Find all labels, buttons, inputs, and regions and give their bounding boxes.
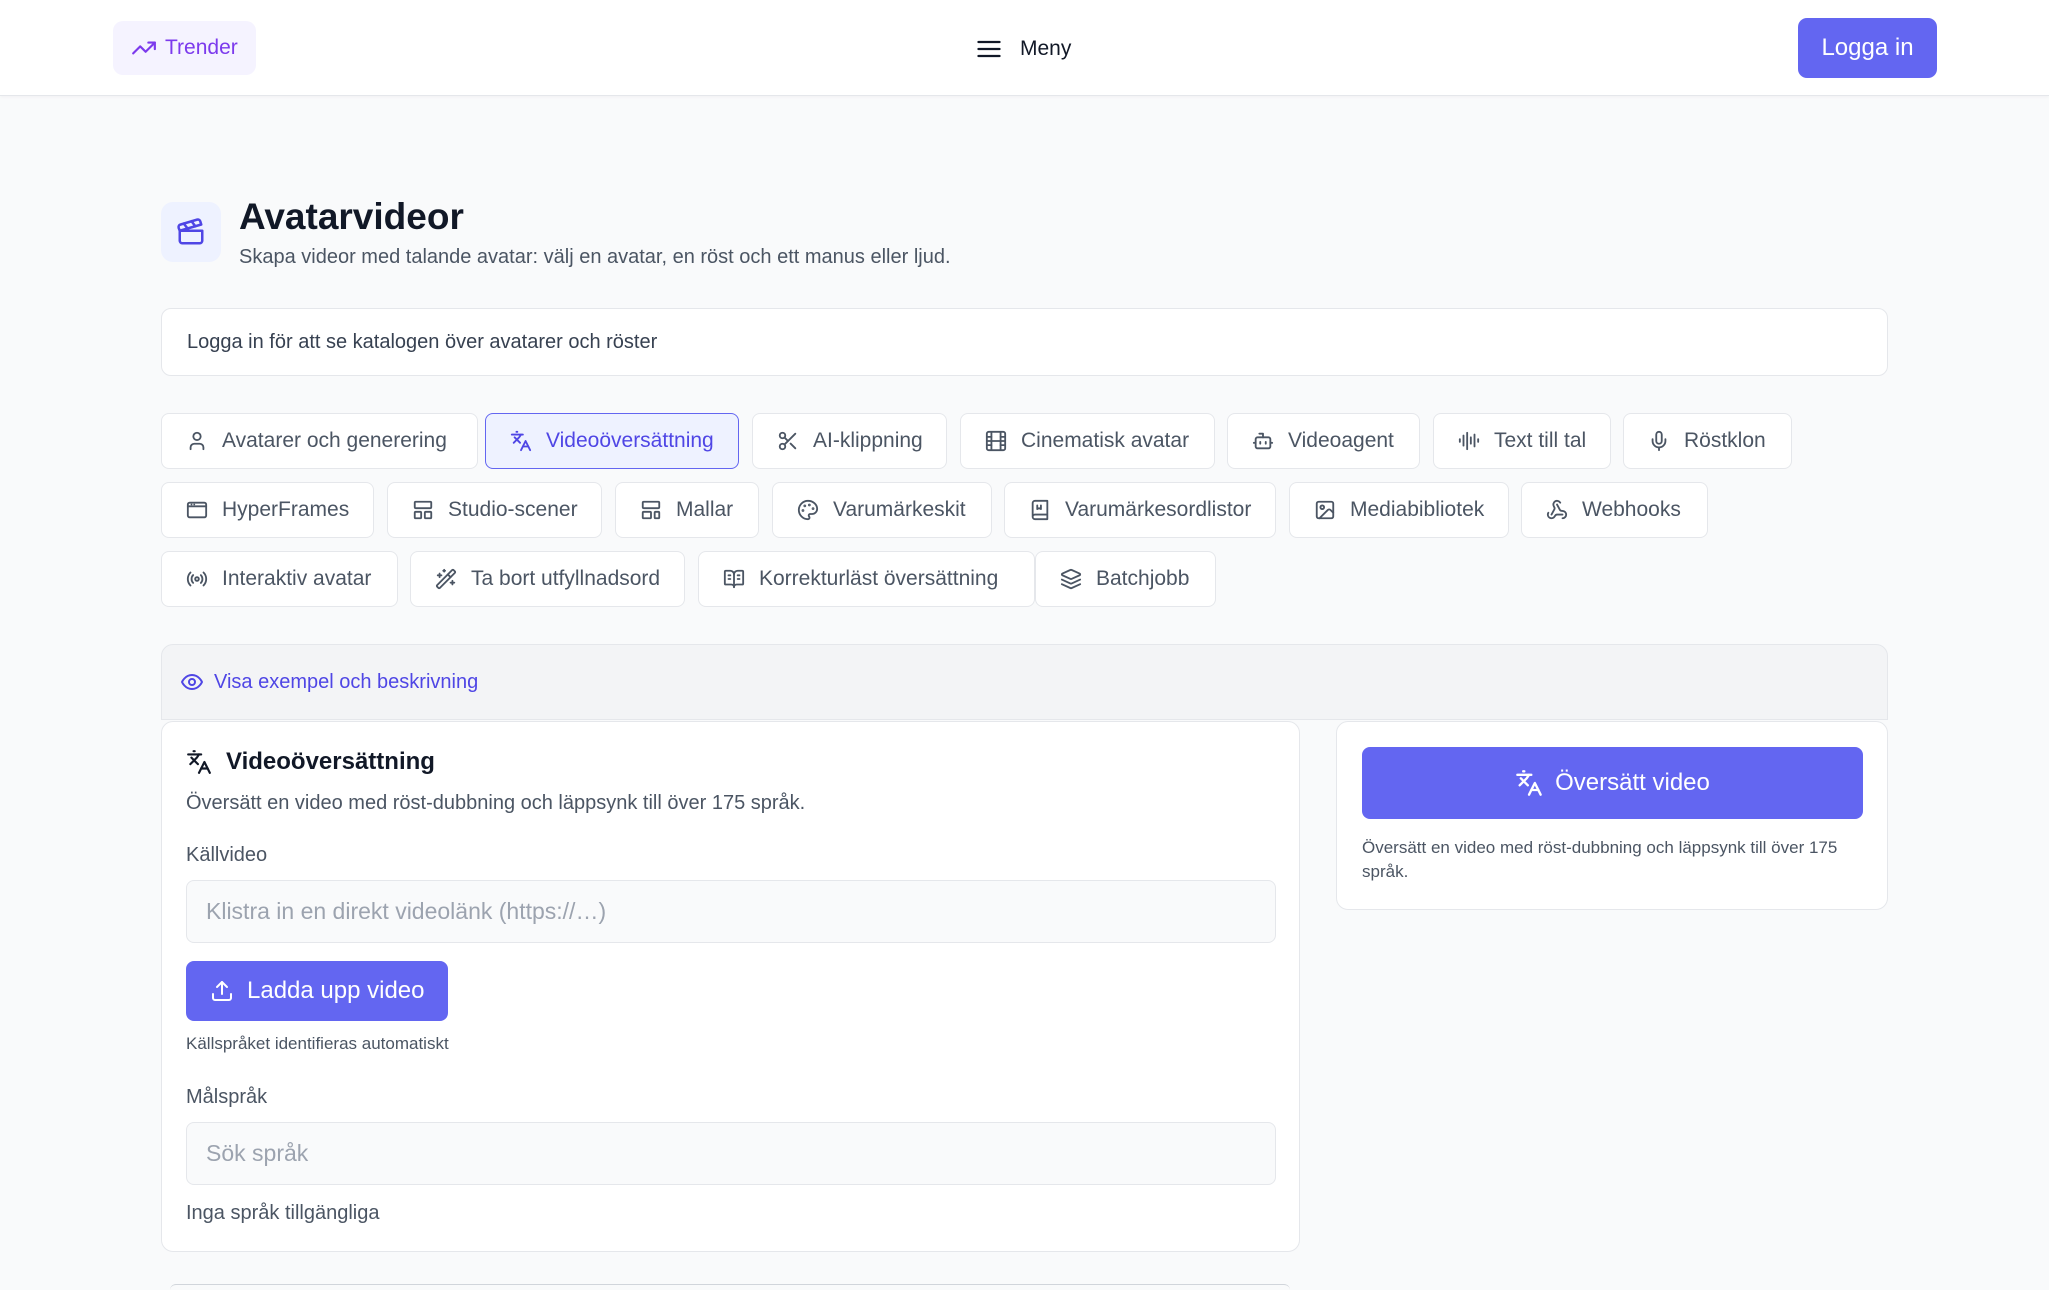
no-languages-message: Inga språk tillgängliga	[186, 1202, 380, 1224]
tab-ai-clipping[interactable]: AI-klippning	[752, 413, 947, 469]
form-title: Videoöversättning	[186, 748, 435, 776]
microphone-icon	[1648, 430, 1670, 452]
scissors-icon	[777, 430, 799, 452]
trends-label: Trender	[165, 36, 238, 59]
menu-button[interactable]: Meny	[975, 28, 1071, 70]
tab-label: Mallar	[676, 498, 734, 521]
trends-button[interactable]: Trender	[113, 21, 256, 75]
next-card-edge	[170, 1284, 1290, 1290]
tab-video-translation[interactable]: Videoöversättning	[485, 413, 739, 469]
tab-label: Studio-scener	[448, 498, 578, 521]
tab-label: Mediabibliotek	[1350, 498, 1485, 521]
palette-icon	[797, 499, 819, 521]
show-examples-toggle[interactable]: Visa exempel och beskrivning	[161, 644, 1888, 720]
tab-label: Videoöversättning	[546, 429, 714, 452]
robot-icon	[1252, 430, 1274, 452]
browser-window-icon	[186, 499, 208, 521]
source-video-label: Källvideo	[186, 844, 268, 866]
tab-avatars[interactable]: Avatarer och generering	[161, 413, 478, 469]
tab-label: Varumärkeskit	[833, 498, 966, 521]
form-description: Översätt en video med röst-dubbning och …	[186, 792, 806, 814]
tab-templates[interactable]: Mallar	[615, 482, 759, 538]
tab-label: Korrekturläst översättning	[759, 567, 999, 590]
translate-icon	[1515, 769, 1543, 797]
tab-label: Cinematisk avatar	[1021, 429, 1190, 452]
trending-up-icon	[131, 35, 157, 61]
upload-video-button[interactable]: Ladda upp video	[186, 961, 448, 1021]
top-header: Trender Meny Logga in	[0, 0, 2049, 96]
login-button[interactable]: Logga in	[1798, 18, 1937, 78]
upload-video-label: Ladda upp video	[247, 977, 425, 1004]
translate-icon	[186, 749, 212, 775]
tab-label: Videoagent	[1288, 429, 1394, 452]
tab-label: Varumärkesordlistor	[1065, 498, 1252, 521]
tab-text-to-speech[interactable]: Text till tal	[1433, 413, 1611, 469]
translate-action-card: Översätt video Översätt en video med rös…	[1336, 721, 1888, 910]
hamburger-icon	[975, 35, 1003, 63]
tab-batch-jobs[interactable]: Batchjobb	[1035, 551, 1216, 607]
tab-label: Avatarer och generering	[222, 429, 447, 452]
tab-voice-clone[interactable]: Röstklon	[1623, 413, 1792, 469]
image-icon	[1314, 499, 1336, 521]
target-language-label: Målspråk	[186, 1086, 268, 1108]
film-icon	[985, 430, 1007, 452]
tab-media-library[interactable]: Mediabibliotek	[1289, 482, 1509, 538]
tab-label: Röstklon	[1684, 429, 1766, 452]
tab-label: Ta bort utfyllnadsord	[471, 567, 661, 590]
tab-label: Webhooks	[1582, 498, 1681, 521]
webhook-icon	[1546, 499, 1568, 521]
auto-detect-hint: Källspråket identifieras automatiskt	[186, 1034, 449, 1053]
tab-brand-glossaries[interactable]: Varumärkesordlistor	[1004, 482, 1276, 538]
magic-wand-icon	[435, 568, 457, 590]
audio-waveform-icon	[1458, 430, 1480, 452]
user-icon	[186, 430, 208, 452]
eye-icon	[180, 670, 204, 694]
login-notice-text: Logga in för att se katalogen över avata…	[187, 330, 658, 353]
action-description: Översätt en video med röst-dubbning och …	[1362, 838, 1838, 881]
tab-label: HyperFrames	[222, 498, 350, 521]
source-video-url-input[interactable]	[186, 880, 1276, 943]
translate-video-label: Översätt video	[1555, 769, 1710, 796]
login-notice: Logga in för att se katalogen över avata…	[161, 308, 1888, 376]
tab-label: Batchjobb	[1096, 567, 1190, 590]
clapperboard-icon	[161, 202, 221, 262]
page-subtitle: Skapa videor med talande avatar: välj en…	[239, 246, 951, 268]
tab-label: Interaktiv avatar	[222, 567, 372, 590]
book-icon	[1029, 499, 1051, 521]
tab-brand-kit[interactable]: Varumärkeskit	[772, 482, 992, 538]
tab-studio-scenes[interactable]: Studio-scener	[387, 482, 602, 538]
translate-icon	[510, 430, 532, 452]
template-icon	[640, 499, 662, 521]
tab-remove-filler-words[interactable]: Ta bort utfyllnadsord	[410, 551, 685, 607]
tab-label: AI-klippning	[813, 429, 923, 452]
layout-icon	[412, 499, 434, 521]
tab-video-agent[interactable]: Videoagent	[1227, 413, 1420, 469]
language-search-input[interactable]	[186, 1122, 1276, 1185]
tab-webhooks[interactable]: Webhooks	[1521, 482, 1708, 538]
translate-video-button[interactable]: Översätt video	[1362, 747, 1863, 819]
page-title: Avatarvideor	[239, 196, 464, 237]
tab-hyperframes[interactable]: HyperFrames	[161, 482, 374, 538]
tab-cinematic-avatar[interactable]: Cinematisk avatar	[960, 413, 1215, 469]
book-check-icon	[723, 568, 745, 590]
tab-label: Text till tal	[1494, 429, 1587, 452]
tab-proofread-translation[interactable]: Korrekturläst översättning	[698, 551, 1035, 607]
broadcast-icon	[186, 568, 208, 590]
form-title-text: Videoöversättning	[226, 748, 435, 775]
layers-icon	[1060, 568, 1082, 590]
menu-label: Meny	[1020, 37, 1072, 60]
show-examples-label: Visa exempel och beskrivning	[214, 670, 479, 693]
upload-icon	[210, 979, 234, 1003]
tab-interactive-avatar[interactable]: Interaktiv avatar	[161, 551, 398, 607]
video-translation-form: Videoöversättning Översätt en video med …	[161, 721, 1300, 1252]
